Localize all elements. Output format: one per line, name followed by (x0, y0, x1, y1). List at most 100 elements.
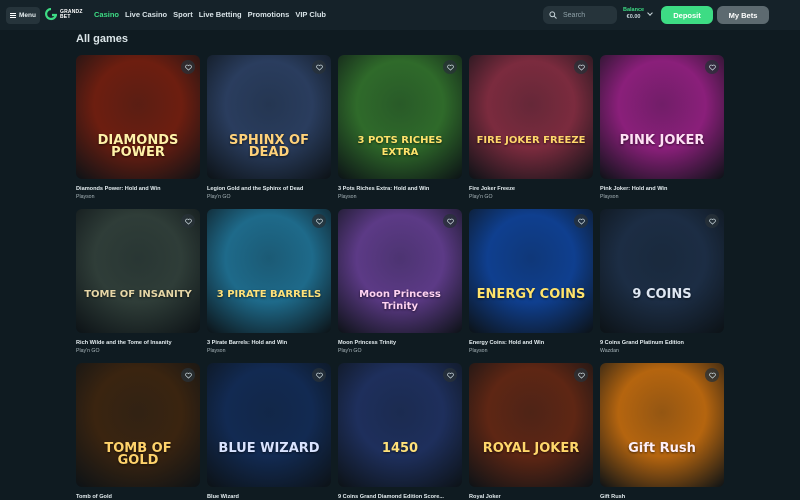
game-thumbnail[interactable]: TOME OF INSANITY (76, 209, 200, 333)
heart-icon (315, 218, 323, 225)
nav-promotions[interactable]: Promotions (248, 10, 290, 19)
game-logo-text: 3 PIRATE BARRELS (216, 289, 322, 300)
game-thumbnail[interactable]: FIRE JOKER FREEZE (469, 55, 593, 179)
game-card[interactable]: Moon Princess Trinity Moon Princess Trini… (338, 209, 462, 354)
nav-live-casino[interactable]: Live Casino (125, 10, 167, 19)
favorite-button[interactable] (312, 60, 326, 74)
game-title: 9 Coins Grand Platinum Edition (600, 340, 684, 346)
game-logo-text: PINK JOKER (619, 133, 705, 148)
favorite-button[interactable] (312, 214, 326, 228)
heart-icon (577, 218, 585, 225)
game-title: Gift Rush (600, 494, 626, 500)
game-thumbnail[interactable]: 3 POTS RICHES EXTRA (338, 55, 462, 179)
game-provider: Play'n GO (338, 348, 362, 354)
game-title: Diamonds Power: Hold and Win (76, 186, 161, 192)
game-card[interactable]: TOME OF INSANITY Rich Wilde and the Tome … (76, 209, 200, 354)
game-provider: Playson (469, 348, 488, 354)
search-input[interactable]: Search (543, 6, 617, 24)
game-title: Legion Gold and the Sphinx of Dead (207, 186, 304, 192)
game-card[interactable]: BLUE WIZARD Blue Wizard (207, 363, 331, 500)
game-title: Moon Princess Trinity (338, 340, 397, 346)
game-thumbnail[interactable]: TOMB OF GOLD (76, 363, 200, 487)
menu-button[interactable]: Menu (6, 7, 40, 24)
game-title: Energy Coins: Hold and Win (469, 340, 545, 346)
favorite-button[interactable] (443, 60, 457, 74)
game-logo-text: 1450 (381, 441, 419, 456)
favorite-button[interactable] (443, 214, 457, 228)
favorite-button[interactable] (181, 368, 195, 382)
game-provider: Wazdan (600, 348, 619, 354)
favorite-button[interactable] (705, 60, 719, 74)
favorite-button[interactable] (705, 368, 719, 382)
game-logo-text: Moon Princess Trinity (359, 289, 441, 312)
heart-icon (446, 372, 454, 379)
favorite-button[interactable] (312, 368, 326, 382)
game-title: Fire Joker Freeze (469, 186, 516, 192)
game-title: 9 Coins Grand Diamond Edition Score... (338, 494, 444, 500)
game-title: Tomb of Gold (76, 494, 112, 500)
main-nav: Casino Live Casino Sport Live Betting Pr… (94, 10, 332, 19)
heart-icon (446, 218, 454, 225)
heart-icon (577, 64, 585, 71)
game-provider: Play'n GO (76, 348, 100, 354)
balance-label: Balance (623, 7, 645, 13)
game-card[interactable]: DIAMONDS POWER Diamonds Power: Hold and W… (76, 55, 200, 200)
nav-casino[interactable]: Casino (94, 10, 119, 19)
game-title: Pink Joker: Hold and Win (600, 186, 668, 192)
game-card[interactable]: TOMB OF GOLD Tomb of Gold (76, 363, 200, 500)
my-bets-button[interactable]: My Bets (717, 6, 769, 24)
brand-logo[interactable]: GRANDZ BET (45, 8, 83, 21)
game-provider: Playson (76, 194, 95, 200)
favorite-button[interactable] (574, 214, 588, 228)
game-thumbnail[interactable]: ROYAL JOKER (469, 363, 593, 487)
heart-icon (708, 372, 716, 379)
nav-vip-club[interactable]: VIP Club (295, 10, 326, 19)
game-card[interactable]: 3 POTS RICHES EXTRA 3 Pots Riches Extra: … (338, 55, 462, 200)
game-thumbnail[interactable]: Gift Rush (600, 363, 724, 487)
game-provider: Play'n GO (469, 194, 493, 200)
nav-sport[interactable]: Sport (173, 10, 193, 19)
chevron-down-icon[interactable] (647, 10, 653, 16)
heart-icon (315, 372, 323, 379)
favorite-button[interactable] (181, 214, 195, 228)
favorite-button[interactable] (443, 368, 457, 382)
game-thumbnail[interactable]: PINK JOKER (600, 55, 724, 179)
game-logo-text: ROYAL JOKER (482, 441, 580, 456)
game-thumbnail[interactable]: 1450 (338, 363, 462, 487)
game-provider: Playson (600, 194, 619, 200)
game-thumbnail[interactable]: SPHINX OF DEAD (207, 55, 331, 179)
heart-icon (708, 64, 716, 71)
game-thumbnail[interactable]: DIAMONDS POWER (76, 55, 200, 179)
heart-icon (708, 218, 716, 225)
brand-mark-icon (45, 8, 57, 21)
deposit-button[interactable]: Deposit (661, 6, 713, 24)
game-title: Royal Joker (469, 494, 501, 500)
game-thumbnail[interactable]: 3 PIRATE BARRELS (207, 209, 331, 333)
favorite-button[interactable] (574, 368, 588, 382)
game-card[interactable]: PINK JOKER Pink Joker: Hold and Win Playso… (600, 55, 724, 200)
game-card[interactable]: 3 PIRATE BARRELS 3 Pirate Barrels: Hold a… (207, 209, 331, 354)
game-card[interactable]: ROYAL JOKER Royal Joker (469, 363, 593, 500)
game-card[interactable]: SPHINX OF DEAD Legion Gold and the Sphinx… (207, 55, 331, 200)
game-card[interactable]: Gift Rush Gift Rush (600, 363, 724, 500)
section-title: All games (76, 33, 128, 45)
game-logo-text: 9 COINS (632, 287, 692, 302)
game-card[interactable]: FIRE JOKER FREEZE Fire Joker Freeze Play'n… (469, 55, 593, 200)
game-thumbnail[interactable]: ENERGY COINS (469, 209, 593, 333)
favorite-button[interactable] (181, 60, 195, 74)
game-card[interactable]: ENERGY COINS Energy Coins: Hold and Win Pl… (469, 209, 593, 354)
game-provider: Play'n GO (207, 194, 231, 200)
heart-icon (315, 64, 323, 71)
game-thumbnail[interactable]: 9 COINS (600, 209, 724, 333)
favorite-button[interactable] (705, 214, 719, 228)
game-logo-text: DIAMONDS POWER (97, 133, 179, 160)
game-card[interactable]: 9 COINS 9 Coins Grand Platinum Edition Waz… (600, 209, 724, 354)
favorite-button[interactable] (574, 60, 588, 74)
nav-live-betting[interactable]: Live Betting (199, 10, 242, 19)
balance-value: €0.00 (626, 14, 641, 20)
game-card[interactable]: 1450 9 Coins Grand Diamond Edition Score.… (338, 363, 462, 500)
game-thumbnail[interactable]: BLUE WIZARD (207, 363, 331, 487)
game-logo-text: SPHINX OF DEAD (229, 133, 309, 160)
game-thumbnail[interactable]: Moon Princess Trinity (338, 209, 462, 333)
balance-display[interactable]: Balance €0.00 (623, 7, 644, 21)
